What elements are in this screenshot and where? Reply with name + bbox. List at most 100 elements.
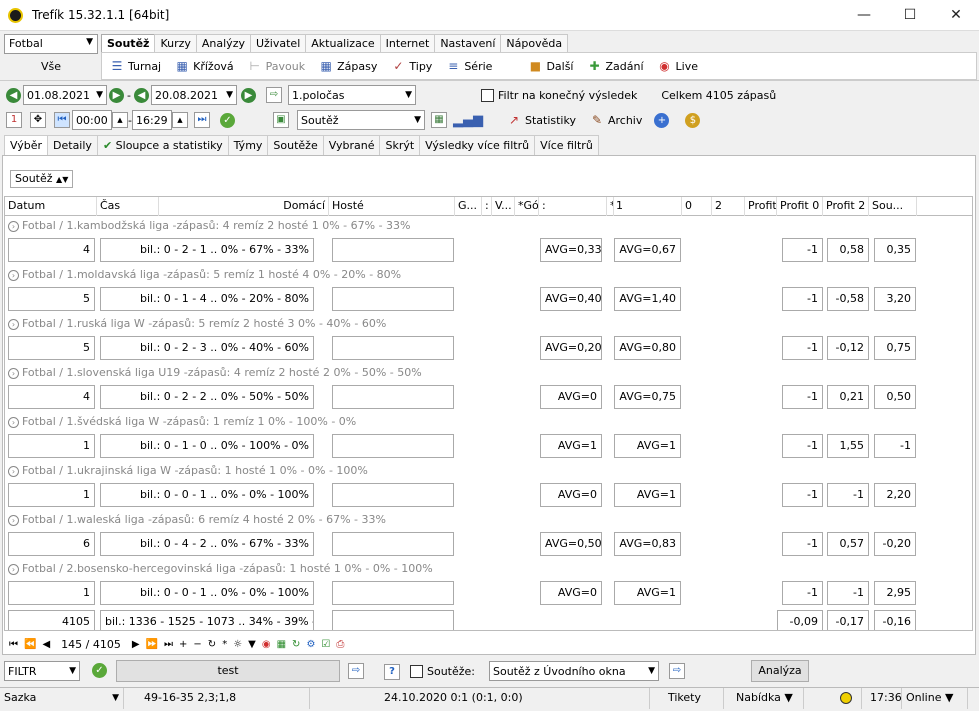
column-header[interactable]: V...: [492, 197, 515, 216]
column-header[interactable]: : G...: [482, 197, 492, 216]
spinner-icon[interactable]: ▲: [171, 112, 188, 128]
menu-kurzy[interactable]: Kurzy: [154, 34, 197, 52]
column-header[interactable]: Profit 2: [823, 197, 869, 216]
filter-ok-icon[interactable]: ✓: [92, 663, 107, 678]
first-record-icon[interactable]: ⏮: [9, 639, 18, 650]
column-header[interactable]: *Gólů Do...: [515, 197, 539, 216]
column-header[interactable]: 0: [682, 197, 712, 216]
apply-icon[interactable]: ⇨: [265, 87, 282, 103]
grouping-select[interactable]: Soutěž ▼: [296, 110, 425, 130]
check-box-icon[interactable]: ☑: [321, 639, 330, 650]
analyza-button[interactable]: Analýza: [751, 660, 809, 682]
export-icon[interactable]: ▣: [272, 112, 289, 128]
pavouk-button[interactable]: ⊢ Pavouk: [248, 59, 305, 73]
tab-detaily[interactable]: Detaily: [47, 135, 98, 155]
group-header[interactable]: › Fotbal / 1.moldavská liga -zápasů: 5 re…: [5, 266, 972, 284]
prev-date-to-icon[interactable]: ◀: [133, 87, 149, 103]
help-icon[interactable]: ?: [384, 664, 400, 680]
menu-napoveda[interactable]: Nápověda: [500, 34, 569, 52]
columns-icon[interactable]: ▦: [430, 112, 447, 128]
expand-arrow-icon[interactable]: ›: [8, 417, 19, 428]
next-date-icon[interactable]: ▶: [109, 87, 124, 103]
group-summary-row[interactable]: 1 bil.: 0 - 0 - 1 .. 0% - 0% - 100% AVG=0 A…: [5, 480, 972, 511]
zapasy-button[interactable]: ▦ Zápasy: [319, 59, 377, 73]
asterisk-icon[interactable]: *: [222, 639, 227, 650]
serie-button[interactable]: ≡ Série: [446, 59, 492, 73]
filter-select[interactable]: FILTR ▼: [4, 661, 80, 681]
settings-icon[interactable]: ⚙: [306, 639, 315, 650]
add-record-icon[interactable]: +: [179, 639, 187, 650]
checkbox-icon[interactable]: [480, 88, 494, 102]
group-summary-row[interactable]: 4 bil.: 0 - 2 - 1 .. 0% - 67% - 33% AVG=0,…: [5, 235, 972, 266]
coins-icon[interactable]: $: [685, 112, 701, 128]
time-from-input[interactable]: 00:00: [72, 110, 112, 130]
tab-tymy[interactable]: Týmy: [227, 135, 269, 155]
group-header[interactable]: › Fotbal / 1.švédská liga W -zápasů: 1 re…: [5, 413, 972, 431]
tikety-button[interactable]: Tikety: [664, 688, 724, 709]
column-header[interactable]: G...: [455, 197, 482, 216]
test-button[interactable]: test: [116, 660, 340, 682]
last-record-icon[interactable]: ⏭: [164, 639, 173, 650]
archive-button[interactable]: ✎ Archiv: [590, 113, 642, 127]
prev-page-icon[interactable]: ⏪: [24, 639, 36, 650]
group-summary-row[interactable]: 1 bil.: 0 - 0 - 1 .. 0% - 0% - 100% AVG=0 A…: [5, 578, 972, 609]
column-header[interactable]: Datum: [5, 197, 97, 216]
date-from-input[interactable]: 01.08.2021 ▼: [23, 85, 107, 105]
last-icon[interactable]: ⏭: [193, 112, 210, 128]
spinner-icon[interactable]: ▲: [112, 112, 128, 128]
nabidka-button[interactable]: Nabídka ▼: [732, 688, 804, 709]
live-button[interactable]: ◉ Live: [658, 59, 698, 73]
tab-vice-filtru[interactable]: Více filtrů: [534, 135, 599, 155]
tipy-button[interactable]: ✓ Tipy: [391, 59, 432, 73]
expand-icon[interactable]: ✥: [30, 112, 46, 128]
close-icon[interactable]: ✕: [933, 0, 979, 31]
group-header[interactable]: › Fotbal / 1.waleská liga -zápasů: 6 remí…: [5, 511, 972, 529]
expand-arrow-icon[interactable]: ›: [8, 270, 19, 281]
tab-vybrane[interactable]: Vybrané: [322, 135, 381, 155]
group-header[interactable]: › Fotbal / 1.kambodžská liga -zápasů: 4 r…: [5, 217, 972, 235]
menu-analyzy[interactable]: Analýzy: [195, 34, 251, 52]
tab-skryt[interactable]: Skrýt: [379, 135, 421, 155]
group-by-chip[interactable]: Soutěž ▲▼: [10, 170, 74, 188]
krizova-button[interactable]: ▦ Křížová: [175, 59, 233, 73]
grid-action-icon[interactable]: ▦: [277, 639, 286, 650]
menu-soutez[interactable]: Soutěž: [101, 34, 156, 52]
group-header[interactable]: › Fotbal / 1.ukrajinská liga W -zápasů: 1…: [5, 462, 972, 480]
column-header[interactable]: Čas: [97, 197, 159, 216]
tab-sloupce[interactable]: ✔ Sloupce a statistiky: [96, 135, 229, 155]
group-summary-row[interactable]: 4 bil.: 0 - 2 - 2 .. 0% - 50% - 50% AVG=0 A…: [5, 382, 972, 413]
next-record-icon[interactable]: ▶: [132, 639, 140, 650]
online-button[interactable]: Online ▼: [902, 688, 968, 709]
column-header[interactable]: Profit 0: [777, 197, 823, 216]
print-icon[interactable]: ⎙: [336, 639, 344, 650]
expand-arrow-icon[interactable]: ›: [8, 319, 19, 330]
column-header[interactable]: Profit 1: [745, 197, 777, 216]
tab-vyber[interactable]: Výběr: [4, 135, 49, 156]
date-to-input[interactable]: 20.08.2021 ▼: [150, 85, 237, 105]
period-select[interactable]: 1.poločas ▼: [287, 85, 416, 105]
bookmaker-select[interactable]: Sazka ▼: [0, 688, 124, 709]
column-header[interactable]: Hosté: [329, 197, 455, 216]
expand-arrow-icon[interactable]: ›: [8, 466, 19, 477]
expand-arrow-icon[interactable]: ›: [8, 515, 19, 526]
group-summary-row[interactable]: 5 bil.: 0 - 2 - 3 .. 0% - 40% - 60% AVG=0,…: [5, 333, 972, 364]
turnaj-button[interactable]: ☰ Turnaj: [110, 59, 162, 73]
stop-icon[interactable]: ◉: [262, 639, 271, 650]
column-header[interactable]: 2: [712, 197, 745, 216]
souteze-source-select[interactable]: Soutěž z Úvodního okna ▼: [489, 661, 659, 681]
menu-nastaveni[interactable]: Nastavení: [434, 34, 502, 52]
group-header[interactable]: › Fotbal / 1.slovenská liga U19 -zápasů: …: [5, 364, 972, 382]
column-header[interactable]: 1: [613, 197, 682, 216]
next-page-icon[interactable]: ⏩: [146, 639, 158, 650]
time-to-input[interactable]: 16:29: [131, 110, 172, 130]
next-date-to-icon[interactable]: ▶: [240, 87, 256, 103]
sport-select[interactable]: Fotbal ▼: [4, 34, 98, 54]
sun-icon[interactable]: ☼: [233, 639, 242, 650]
expand-arrow-icon[interactable]: ›: [8, 564, 19, 575]
zadani-button[interactable]: ✚ Zadání: [588, 59, 643, 73]
expand-arrow-icon[interactable]: ›: [8, 368, 19, 379]
menu-aktualizace[interactable]: Aktualizace: [305, 34, 381, 52]
group-header[interactable]: › Fotbal / 1.ruská liga W -zápasů: 5 remí…: [5, 315, 972, 333]
menu-uzivatel[interactable]: Uživatel: [249, 34, 307, 52]
minimize-icon[interactable]: —: [841, 0, 887, 31]
